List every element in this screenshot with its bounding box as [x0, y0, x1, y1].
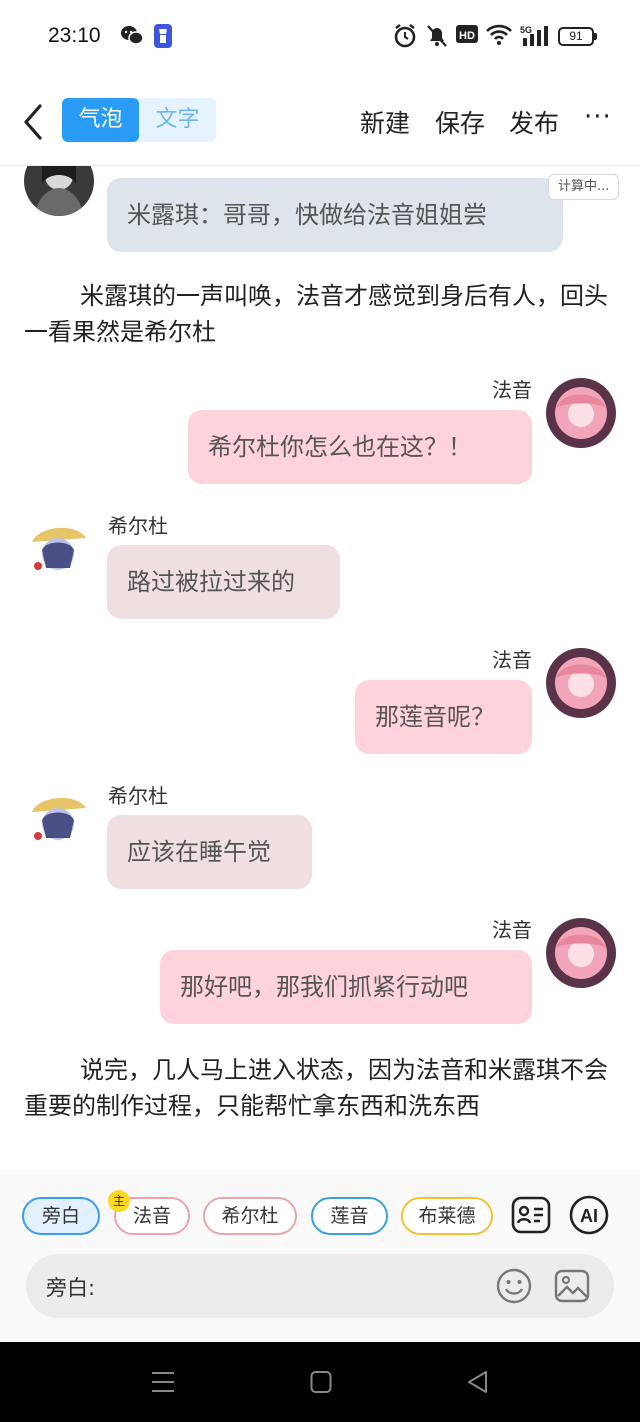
avatar-xierdu[interactable]	[24, 514, 94, 584]
calculating-badge: 计算中...	[548, 174, 620, 200]
home-icon	[310, 1371, 332, 1393]
editor-header: 气泡 文字 新建 保存 发布 ···	[0, 88, 640, 154]
message-bubble-right[interactable]: 希尔杜你怎么也在这？！	[188, 410, 532, 484]
mode-bubble-tab[interactable]: 气泡	[62, 98, 139, 142]
speaker-name: 法音	[492, 648, 532, 672]
status-time: 23:10	[48, 24, 101, 47]
new-button[interactable]: 新建	[360, 104, 410, 140]
wechat-icon	[120, 24, 144, 50]
alarm-icon	[394, 24, 416, 52]
message-input-box: 旁白:	[26, 1254, 614, 1318]
menu-icon	[152, 1372, 174, 1392]
mode-toggle: 气泡 文字	[62, 98, 216, 142]
home-button[interactable]	[310, 1370, 332, 1398]
narration-block[interactable]: 米露琪的一声叫唤，法音才感觉到身后有人，回头一看果然是希尔杜	[24, 278, 620, 350]
message-bubble-left[interactable]: 米露琪：哥哥，快做给法音姐姐尝	[107, 178, 563, 252]
system-nav-bar	[0, 1342, 640, 1422]
role-chip-bulaide[interactable]: 布莱德	[401, 1197, 493, 1235]
role-chip-xierdu[interactable]: 希尔杜	[203, 1197, 297, 1235]
svg-text:HD: HD	[459, 30, 475, 42]
back-icon	[24, 104, 42, 140]
nav-back-button[interactable]	[466, 1370, 490, 1398]
contact-card-button[interactable]	[511, 1195, 551, 1235]
contact-card-icon	[511, 1196, 551, 1234]
status-bar: 23:10 HD 5G 91	[0, 0, 640, 72]
composer-panel: 旁白 法音 主 希尔杜 莲音 布莱德 AI 旁白:	[0, 1170, 640, 1342]
publish-button[interactable]: 发布	[509, 104, 559, 140]
main-role-badge: 主	[108, 1190, 130, 1212]
wifi-icon	[486, 24, 512, 50]
avatar-xierdu[interactable]	[24, 784, 94, 854]
avatar-milusi[interactable]	[24, 166, 94, 216]
ai-label: AI	[580, 1206, 598, 1226]
menu-button[interactable]	[151, 1370, 175, 1398]
save-button[interactable]: 保存	[435, 104, 485, 140]
speaker-name: 法音	[492, 378, 532, 402]
message-bubble-right[interactable]: 那好吧，那我们抓紧行动吧	[160, 950, 532, 1024]
more-button[interactable]: ···	[584, 102, 612, 132]
mode-text-tab[interactable]: 文字	[139, 98, 216, 142]
speaker-name: 希尔杜	[108, 514, 168, 538]
battery-indicator: 91	[558, 27, 597, 46]
hd-icon: HD	[456, 24, 478, 48]
speaker-name: 希尔杜	[108, 784, 168, 808]
role-chip-narrator[interactable]: 旁白	[22, 1197, 100, 1235]
avatar-fayin[interactable]	[546, 378, 616, 448]
ai-icon: AI	[569, 1195, 609, 1235]
image-icon	[554, 1269, 590, 1303]
flashlight-icon	[152, 24, 174, 52]
back-triangle-icon	[468, 1371, 487, 1393]
smiley-icon	[496, 1268, 532, 1304]
signal-icon: 5G	[520, 24, 550, 52]
message-bubble-right[interactable]: 那莲音呢？	[355, 680, 532, 754]
message-bubble-left[interactable]: 应该在睡午觉	[107, 815, 312, 889]
speaker-name: 法音	[492, 918, 532, 942]
avatar-fayin[interactable]	[546, 648, 616, 718]
back-button[interactable]	[18, 102, 50, 142]
message-input[interactable]	[118, 1264, 498, 1308]
chat-area[interactable]: 米露琪：哥哥，快做给法音姐姐尝 计算中... 米露琪的一声叫唤，法音才感觉到身后…	[0, 166, 640, 1166]
role-chip-lianyin[interactable]: 莲音	[311, 1197, 388, 1235]
input-role-label: 旁白:	[46, 1276, 96, 1300]
smiley-button[interactable]	[496, 1268, 532, 1308]
svg-text:5G: 5G	[520, 25, 532, 35]
narration-block[interactable]: 说完，几人马上进入状态，因为法音和米露琪不会重要的制作过程，只能帮忙拿东西和洗东…	[24, 1052, 620, 1124]
avatar-fayin[interactable]	[546, 918, 616, 988]
image-button[interactable]	[554, 1268, 590, 1308]
ai-button[interactable]: AI	[569, 1195, 609, 1235]
message-bubble-left[interactable]: 路过被拉过来的	[107, 545, 340, 619]
mute-icon	[426, 24, 448, 52]
